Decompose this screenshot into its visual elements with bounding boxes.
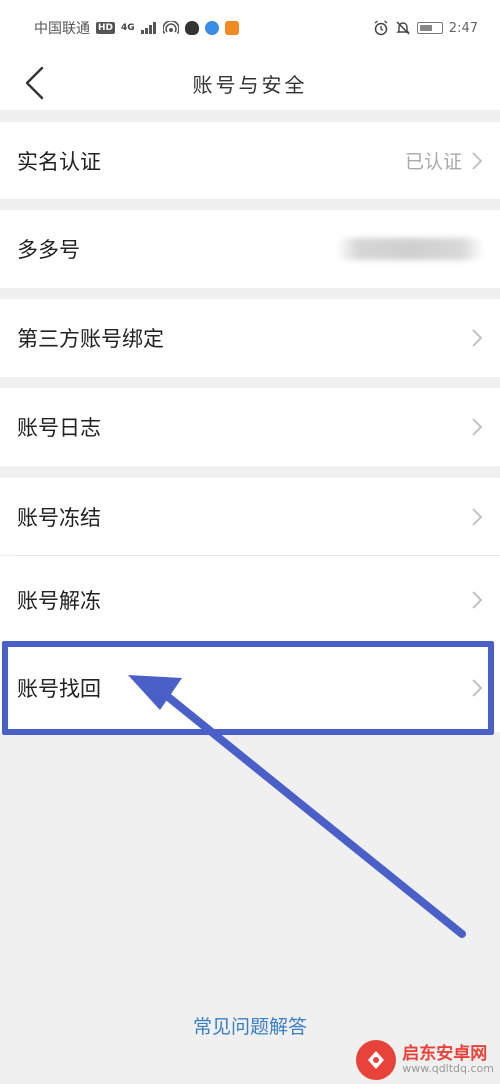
watermark-text: 启东安卓网 www.qdltdq.com — [402, 1043, 494, 1076]
watermark-url: www.qdltdq.com — [402, 1062, 494, 1076]
annotation-arrow — [128, 675, 466, 938]
faq-link[interactable]: 常见问题解答 — [0, 1012, 500, 1039]
site-watermark: 启东安卓网 www.qdltdq.com — [356, 1040, 494, 1080]
watermark-name: 启东安卓网 — [402, 1043, 488, 1064]
watermark-logo — [356, 1040, 397, 1080]
